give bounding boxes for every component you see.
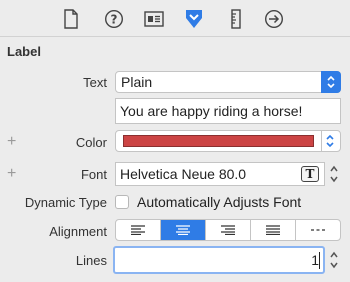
label-text-value: You are happy riding a horse! xyxy=(120,103,303,119)
text-label: Text xyxy=(83,75,107,90)
toolbar-divider xyxy=(0,36,350,37)
font-variation-plus[interactable]: + xyxy=(7,166,16,182)
color-chevrons-icon[interactable] xyxy=(325,134,335,153)
text-type-value: Plain xyxy=(121,74,153,90)
font-value: Helvetica Neue 80.0 xyxy=(120,166,247,182)
lines-value: 1 xyxy=(311,252,319,268)
color-variation-plus[interactable]: + xyxy=(7,134,16,150)
attributes-icon[interactable] xyxy=(183,8,205,30)
lines-stepper[interactable] xyxy=(328,248,340,272)
identity-icon[interactable] xyxy=(143,8,165,30)
color-divider xyxy=(321,131,322,151)
font-size-stepper[interactable] xyxy=(328,162,340,186)
color-swatch xyxy=(123,135,314,147)
popup-chevrons-icon xyxy=(321,71,341,93)
text-caret xyxy=(319,252,320,269)
font-label: Font xyxy=(80,167,107,182)
color-well[interactable] xyxy=(115,130,341,152)
text-type-popup[interactable]: Plain xyxy=(115,71,341,93)
color-label: Color xyxy=(75,135,107,150)
lines-label: Lines xyxy=(75,253,107,268)
align-right-button[interactable] xyxy=(206,220,251,240)
label-text-field[interactable]: You are happy riding a horse! xyxy=(115,98,341,124)
help-icon[interactable]: ? xyxy=(103,8,125,30)
connections-icon[interactable] xyxy=(263,8,285,30)
auto-adjust-checkbox[interactable] xyxy=(115,195,129,209)
align-center-button[interactable] xyxy=(161,220,206,240)
file-icon[interactable] xyxy=(60,8,82,30)
align-natural-button[interactable] xyxy=(296,220,340,240)
section-title: Label xyxy=(7,44,41,59)
inspector-toolbar: ? xyxy=(0,0,350,36)
svg-text:?: ? xyxy=(111,13,118,27)
align-justified-button[interactable] xyxy=(251,220,296,240)
alignment-label: Alignment xyxy=(49,224,107,239)
lines-field[interactable]: 1 xyxy=(113,246,325,274)
auto-adjust-label[interactable]: Automatically Adjusts Font xyxy=(137,194,301,210)
font-picker-icon[interactable]: T xyxy=(301,166,319,182)
alignment-segmented-control xyxy=(115,219,341,241)
ruler-icon[interactable] xyxy=(225,8,247,30)
font-field[interactable]: Helvetica Neue 80.0 T xyxy=(115,162,325,186)
dynamic-type-label: Dynamic Type xyxy=(24,195,107,210)
align-left-button[interactable] xyxy=(116,220,161,240)
